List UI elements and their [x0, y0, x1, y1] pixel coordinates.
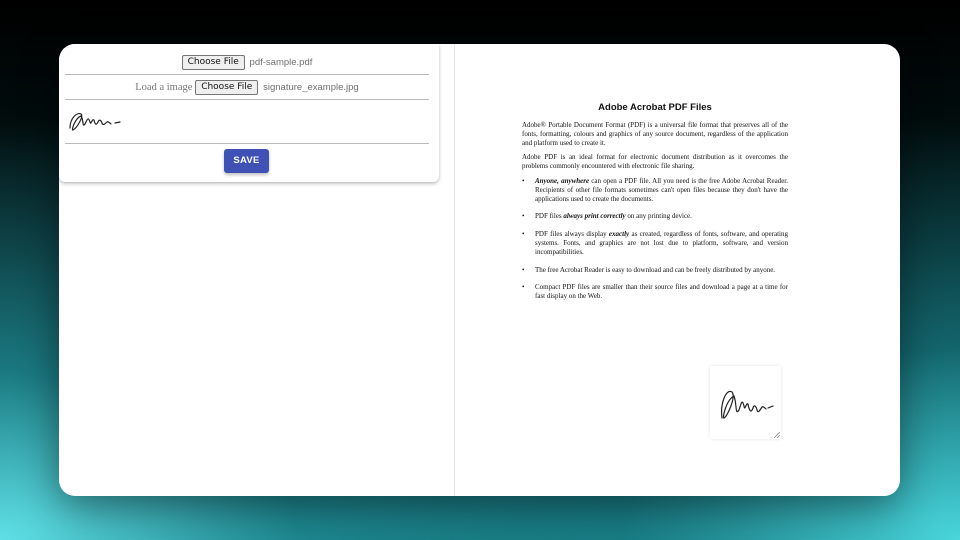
upload-form-card: Choose File pdf-sample.pdf Load a image …: [59, 44, 439, 182]
document-title: Adobe Acrobat PDF Files: [598, 102, 712, 113]
signature-image-icon: [721, 390, 774, 419]
list-item: • Compact PDF files are smaller than thei…: [522, 283, 788, 301]
pdf-choose-file-button[interactable]: Choose File: [181, 55, 245, 70]
list-item: • PDF files always display exactly as cre…: [522, 230, 788, 256]
list-item: • PDF files always print correctly on any…: [522, 212, 692, 221]
image-choose-file-button[interactable]: Choose File: [195, 80, 259, 95]
save-button[interactable]: SAVE: [224, 149, 269, 173]
pdf-document-page: Adobe Acrobat PDF Files Adobe® Portable …: [522, 102, 788, 310]
divider: [65, 74, 429, 75]
divider: [65, 143, 429, 144]
app-window: Choose File pdf-sample.pdf Load a image …: [59, 44, 900, 496]
signature-stamp[interactable]: [710, 366, 781, 439]
image-file-row: Load a image Choose File signature_examp…: [65, 80, 429, 95]
signature-preview-icon: [69, 113, 121, 131]
document-paragraph: Adobe® Portable Document Format (PDF) is…: [522, 121, 788, 147]
left-pane: Choose File pdf-sample.pdf Load a image …: [59, 44, 454, 496]
pane-divider: [454, 44, 455, 496]
list-item: • Anyone, anywhere can open a PDF file. A…: [522, 176, 788, 203]
resize-handle-icon[interactable]: [774, 432, 780, 438]
pdf-file-name: pdf-sample.pdf: [249, 57, 313, 68]
document-bullet-list: • Anyone, anywhere can open a PDF file. A…: [522, 177, 788, 301]
list-item: • The free Acrobat Reader is easy to down…: [522, 265, 776, 274]
pdf-file-row: Choose File pdf-sample.pdf: [65, 55, 429, 70]
image-input-label: Load a image: [135, 82, 193, 93]
document-paragraph: Adobe PDF is an ideal format for electro…: [522, 153, 788, 171]
divider: [65, 99, 429, 100]
image-file-name: signature_example.jpg: [263, 82, 359, 93]
